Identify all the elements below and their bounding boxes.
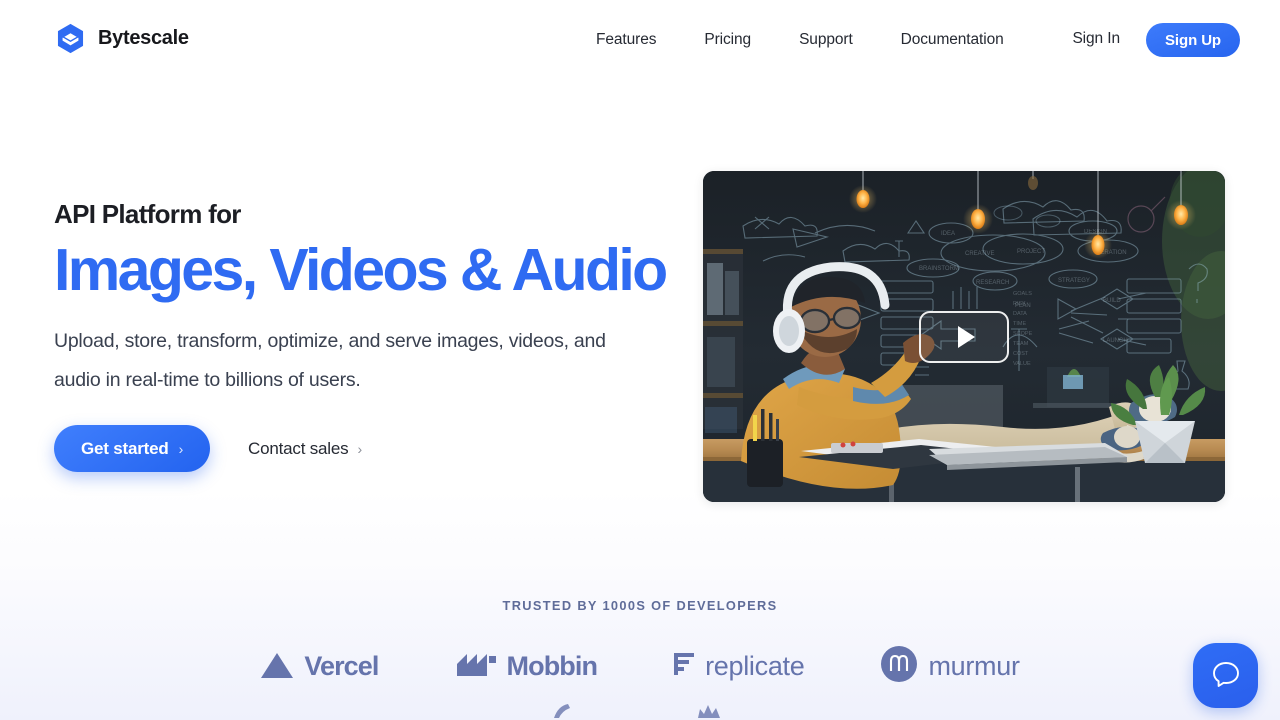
partial-logo-icon-2: [696, 702, 730, 720]
logo-label-vercel: Vercel: [304, 651, 379, 681]
logo-replicate: replicate: [673, 650, 805, 683]
contact-sales-link[interactable]: Contact sales ›: [248, 439, 362, 459]
trusted-logo-row-partial: [0, 702, 1280, 720]
trusted-logo-row: Vercel Mobbin replicate murmur: [0, 645, 1280, 688]
svg-text:IDEA: IDEA: [941, 231, 955, 237]
svg-text:RESEARCH: RESEARCH: [976, 280, 1009, 286]
hero-cta-row: Get started › Contact sales ›: [54, 425, 674, 473]
svg-text:GOALS: GOALS: [1013, 291, 1032, 297]
hero-headline: Images, Videos & Audio: [54, 236, 668, 303]
svg-text:RISK: RISK: [1013, 301, 1026, 307]
logo-label-murmur: murmur: [928, 651, 1020, 681]
chevron-right-icon: ›: [357, 440, 362, 457]
svg-text:STRATEGY: STRATEGY: [1058, 278, 1090, 284]
svg-text:VALUE: VALUE: [1013, 361, 1031, 367]
mobbin-m-icon: [455, 650, 497, 683]
hero-video-thumbnail[interactable]: CREATIVE PROJECT IDEA DESIGN ITERATION R…: [703, 171, 1225, 502]
hero-subcopy: Upload, store, transform, optimize, and …: [54, 330, 606, 391]
logo-vercel: Vercel: [260, 649, 379, 684]
logo-murmur: murmur: [880, 645, 1020, 688]
trusted-by-label: TRUSTED BY 1000S OF DEVELOPERS: [502, 598, 778, 613]
svg-text:LAUNCH: LAUNCH: [1103, 338, 1128, 344]
partial-logo-icon-1: [550, 702, 576, 720]
sign-up-button[interactable]: Sign Up: [1146, 23, 1240, 57]
svg-text:BUILD: BUILD: [1103, 298, 1121, 304]
logo-label-mobbin: Mobbin: [506, 651, 598, 681]
contact-sales-label: Contact sales: [248, 438, 349, 458]
brand-logo[interactable]: Bytescale: [54, 22, 189, 55]
svg-text:SCOPE: SCOPE: [1013, 331, 1033, 337]
logo-mobbin: Mobbin: [455, 650, 598, 683]
sign-in-link[interactable]: Sign In: [1072, 30, 1120, 48]
chat-bubble-icon: [1210, 658, 1242, 693]
nav-link-documentation[interactable]: Documentation: [877, 31, 1028, 49]
murmur-circle-icon: [880, 645, 918, 688]
logo-label-replicate: replicate: [705, 651, 805, 681]
get-started-label: Get started: [81, 438, 169, 458]
svg-text:PROJECT: PROJECT: [1017, 249, 1045, 255]
play-button[interactable]: [919, 310, 1009, 363]
get-started-button[interactable]: Get started ›: [54, 425, 211, 473]
chevron-right-icon: ›: [178, 440, 184, 457]
vercel-triangle-icon: [260, 649, 294, 684]
svg-text:TEAM: TEAM: [1013, 341, 1029, 347]
landing-page: Bytescale Features Pricing Support Docum…: [0, 0, 1280, 720]
hero-content: API Platform for Images, Videos & Audio …: [54, 199, 674, 473]
svg-text:COST: COST: [1013, 351, 1029, 357]
play-triangle-icon: [957, 325, 975, 348]
svg-text:CREATIVE: CREATIVE: [965, 251, 995, 257]
site-header: Bytescale Features Pricing Support Docum…: [0, 0, 1280, 80]
nav-link-pricing[interactable]: Pricing: [680, 31, 775, 49]
nav-link-features[interactable]: Features: [580, 31, 680, 49]
bytescale-hexagon-logo-icon: [54, 22, 87, 55]
brand-name: Bytescale: [98, 27, 189, 49]
replicate-bars-icon: [673, 650, 695, 683]
svg-text:DATA: DATA: [1013, 311, 1027, 317]
svg-text:TIME: TIME: [1013, 321, 1026, 327]
hero-eyebrow: API Platform for: [54, 199, 241, 229]
svg-text:BRAINSTORM: BRAINSTORM: [919, 266, 959, 272]
chat-widget-button[interactable]: [1193, 643, 1258, 708]
nav-link-support[interactable]: Support: [775, 31, 877, 49]
main-navigation: Features Pricing Support Documentation: [580, 0, 1028, 80]
